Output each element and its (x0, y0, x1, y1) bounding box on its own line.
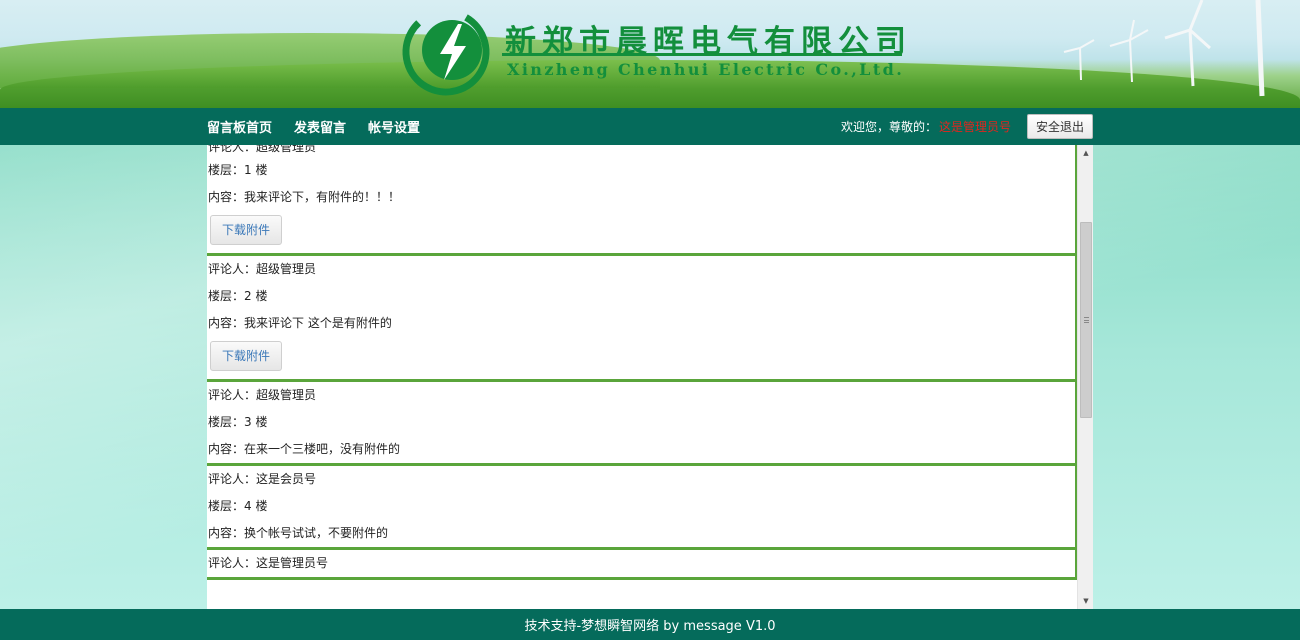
scroll-down-arrow-icon[interactable]: ▼ (1078, 593, 1093, 609)
nav-link-account-settings[interactable]: 帐号设置 (368, 117, 420, 136)
nav-bar: 留言板首页 发表留言 帐号设置 欢迎您，尊敬的： 这是管理员号 安全退出 (0, 108, 1300, 145)
comment-content: 内容：在来一个三楼吧，没有附件的 (208, 442, 401, 456)
comments-panel: 评论人：超级管理员 楼层：1 楼 内容：我来评论下，有附件的！！！ 下载附件 评… (207, 145, 1093, 609)
comment-item: 评论人：这是会员号 楼层：4 楼 内容：换个帐号试试，不要附件的 (207, 466, 1077, 550)
comment-floor: 楼层：4 楼 (208, 499, 268, 513)
footer-text: 技术支持-梦想瞬智网络 by message V1.0 (524, 619, 776, 634)
comment-item: 评论人：这是管理员号 (207, 550, 1077, 580)
comment-content: 内容：我来评论下，有附件的！！！ (208, 190, 401, 204)
footer: 技术支持-梦想瞬智网络 by message V1.0 (0, 609, 1300, 640)
scrollbar-thumb[interactable] (1080, 222, 1092, 418)
comment-item: 评论人：超级管理员 楼层：1 楼 内容：我来评论下，有附件的！！！ 下载附件 (207, 145, 1077, 256)
company-name-en: Xinzheng Chenhui Electric Co.,Ltd. (507, 60, 905, 79)
lightning-bolt-logo-icon (402, 8, 490, 96)
logout-button[interactable]: 安全退出 (1027, 114, 1094, 139)
download-attachment-button[interactable]: 下载附件 (210, 341, 283, 371)
comment-author: 评论人：超级管理员 (208, 388, 317, 402)
vertical-scrollbar[interactable]: ▲ ▼ (1077, 145, 1093, 609)
grip-icon (1083, 317, 1089, 323)
comment-list: 评论人：超级管理员 楼层：1 楼 内容：我来评论下，有附件的！！！ 下载附件 评… (207, 145, 1077, 580)
comment-floor: 楼层：3 楼 (208, 415, 268, 429)
comment-content: 内容：换个帐号试试，不要附件的 (208, 526, 389, 540)
wind-turbines-icon (1063, 0, 1265, 97)
comment-item: 评论人：超级管理员 楼层：2 楼 内容：我来评论下 这个是有附件的 下载附件 (207, 256, 1077, 382)
welcome-text: 欢迎您，尊敬的： (841, 120, 938, 134)
comment-author: 评论人：这是会员号 (208, 472, 317, 486)
nav-link-post-message[interactable]: 发表留言 (294, 117, 346, 136)
company-name-underline (502, 53, 902, 56)
comment-author: 评论人：超级管理员 (208, 262, 317, 276)
header-banner: 新郑市晨晖电气有限公司 Xinzheng Chenhui Electric Co… (0, 0, 1300, 108)
comment-item: 评论人：超级管理员 楼层：3 楼 内容：在来一个三楼吧，没有附件的 (207, 382, 1077, 466)
nav-links: 留言板首页 发表留言 帐号设置 (207, 108, 442, 145)
username: 这是管理员号 (939, 120, 1012, 134)
comment-floor: 楼层：2 楼 (208, 289, 268, 303)
comment-floor: 楼层：1 楼 (208, 163, 268, 177)
comment-author: 评论人：超级管理员 (208, 145, 317, 154)
download-attachment-button[interactable]: 下载附件 (210, 215, 283, 245)
scroll-up-arrow-icon[interactable]: ▲ (1078, 145, 1093, 161)
nav-link-home[interactable]: 留言板首页 (207, 117, 272, 136)
user-area: 欢迎您，尊敬的： 这是管理员号 安全退出 (841, 108, 1094, 145)
comment-author: 评论人：这是管理员号 (208, 556, 329, 570)
comment-content: 内容：我来评论下 这个是有附件的 (208, 316, 392, 330)
